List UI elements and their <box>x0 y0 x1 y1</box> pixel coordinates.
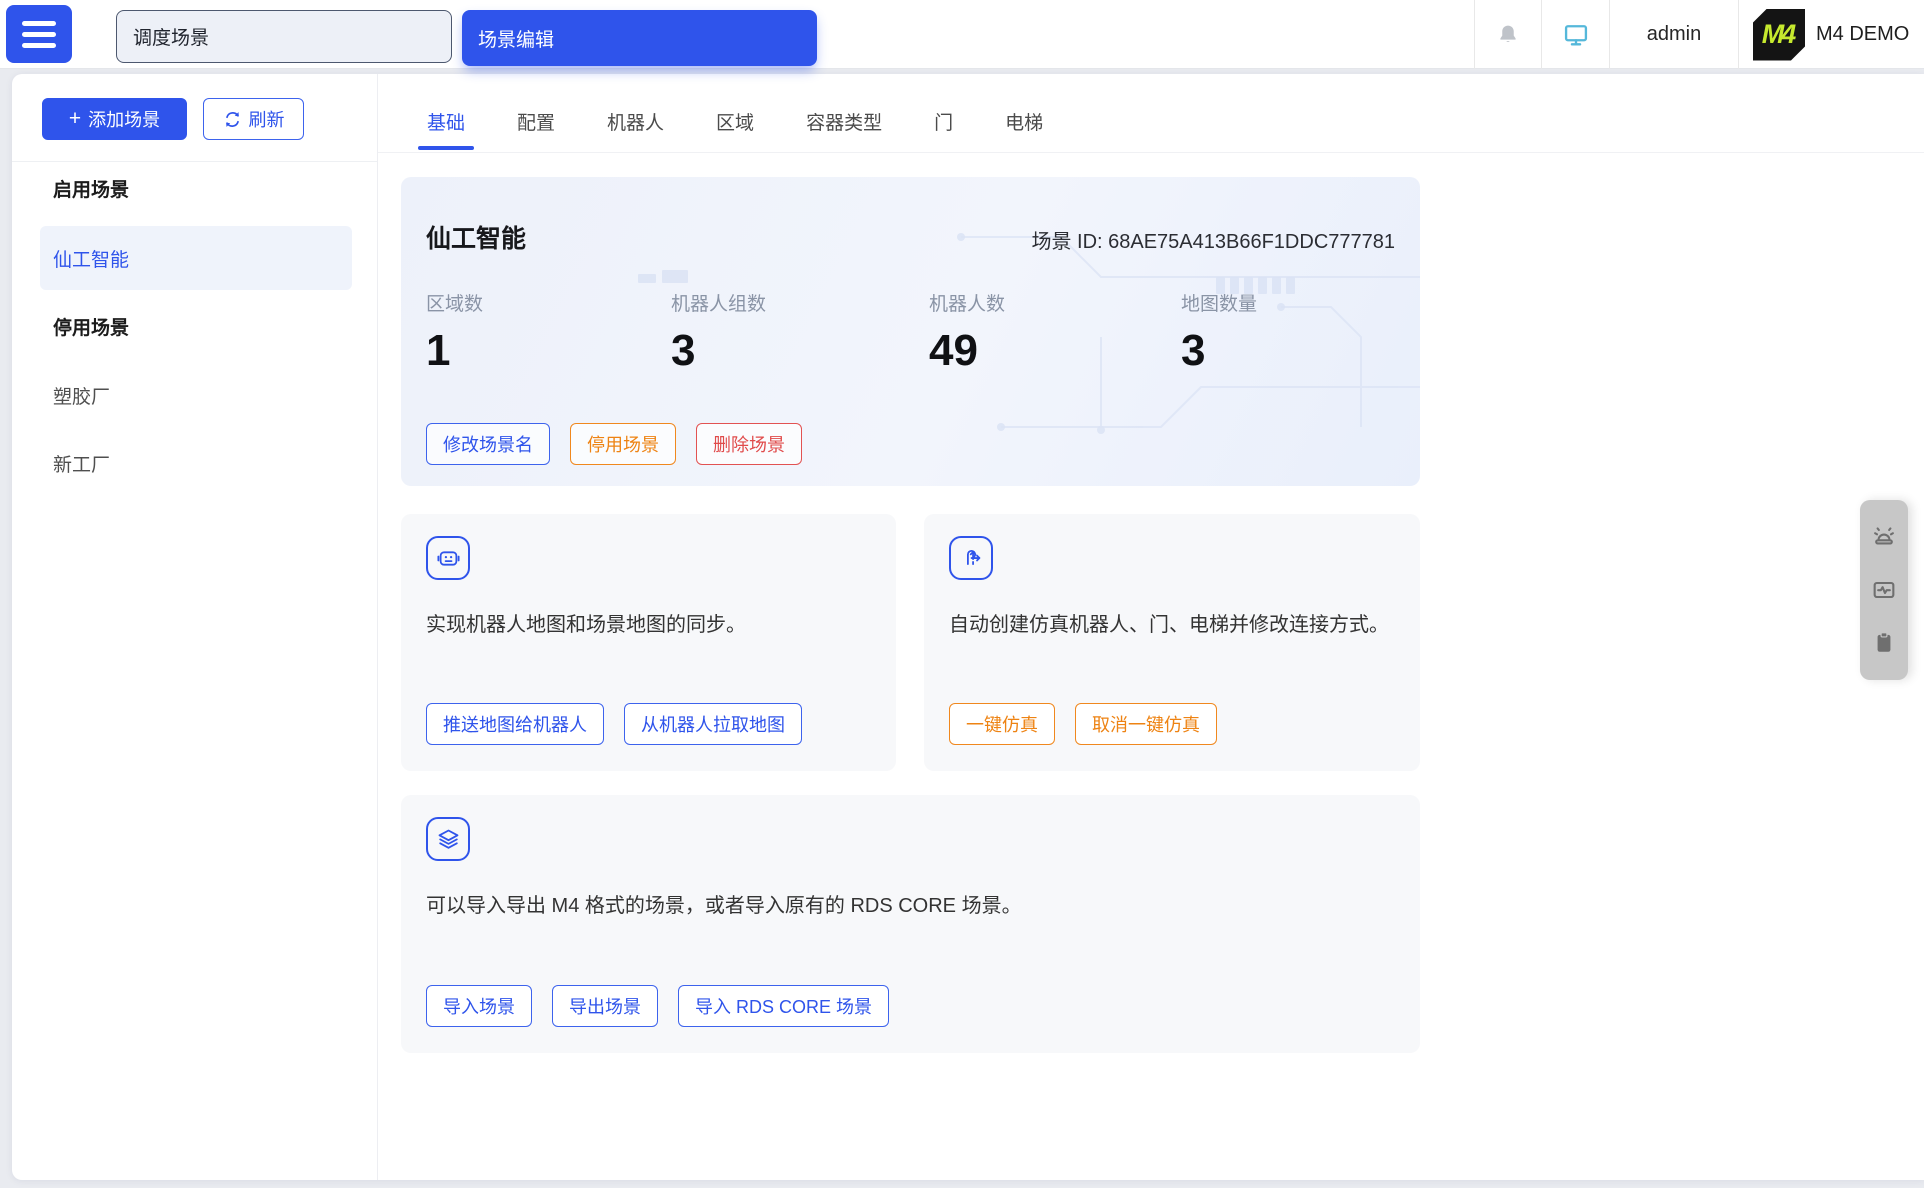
rename-scene-button[interactable]: 修改场景名 <box>426 423 550 465</box>
user-menu[interactable]: admin <box>1609 0 1738 69</box>
one-click-sim-button[interactable]: 一键仿真 <box>949 703 1055 745</box>
refresh-icon <box>223 110 242 129</box>
tab-elevator[interactable]: 电梯 <box>1005 96 1043 153</box>
refresh-label: 刷新 <box>249 106 285 132</box>
scene-name: 仙工智能 <box>426 219 526 255</box>
sidebar-item-new-factory[interactable]: 新工厂 <box>53 452 110 480</box>
scene-edit-tabs: 基础 配置 机器人 区域 容器类型 门 电梯 <box>378 96 1924 153</box>
app-window: 调度场景 场景编辑 <box>0 0 1924 1188</box>
tab-config[interactable]: 配置 <box>517 96 555 153</box>
top-tab-label: 调度场景 <box>133 23 209 50</box>
tab-basic[interactable]: 基础 <box>427 96 465 153</box>
tab-area[interactable]: 区域 <box>716 96 754 153</box>
push-map-button[interactable]: 推送地图给机器人 <box>426 703 604 745</box>
delete-scene-button[interactable]: 删除场景 <box>696 423 802 465</box>
stat-value-robot-groups: 3 <box>671 325 695 377</box>
map-sync-buttons: 推送地图给机器人 从机器人拉取地图 <box>426 703 802 745</box>
m4-logo: M4 <box>1753 9 1805 61</box>
simulation-card: 自动创建仿真机器人、门、电梯并修改连接方式。 一键仿真 取消一键仿真 <box>924 514 1420 771</box>
refresh-button[interactable]: 刷新 <box>203 98 304 140</box>
clipboard-icon[interactable] <box>1869 628 1899 658</box>
map-sync-description: 实现机器人地图和场景地图的同步。 <box>426 610 746 641</box>
brand-name: M4 DEMO <box>1816 23 1909 46</box>
pull-map-button[interactable]: 从机器人拉取地图 <box>624 703 802 745</box>
username: admin <box>1647 23 1701 46</box>
stat-label-robots: 机器人数 <box>929 289 1005 316</box>
import-scene-button[interactable]: 导入场景 <box>426 985 532 1027</box>
hamburger-menu-button[interactable] <box>6 5 72 63</box>
plus-icon: + <box>69 108 81 129</box>
export-scene-button[interactable]: 导出场景 <box>552 985 658 1027</box>
top-bar: 调度场景 场景编辑 <box>0 0 1924 69</box>
hamburger-icon <box>22 21 56 26</box>
scene-actions: 修改场景名 停用场景 删除场景 <box>426 423 802 465</box>
stat-value-robots: 49 <box>929 325 978 377</box>
scene-summary-card: 仙工智能 场景 ID: 68AE75A413B66F1DDC777781 区域数… <box>401 177 1420 486</box>
sidebar-item-label: 仙工智能 <box>53 245 129 272</box>
import-export-buttons: 导入场景 导出场景 导入 RDS CORE 场景 <box>426 985 889 1027</box>
robot-icon <box>426 536 470 580</box>
add-scene-label: 添加场景 <box>88 106 160 132</box>
import-export-description: 可以导入导出 M4 格式的场景，或者导入原有的 RDS CORE 场景。 <box>426 891 1022 922</box>
brand-area: M4 M4 DEMO <box>1738 0 1924 69</box>
map-sync-card: 实现机器人地图和场景地图的同步。 推送地图给机器人 从机器人拉取地图 <box>401 514 896 771</box>
stat-label-maps: 地图数量 <box>1181 289 1257 316</box>
cancel-sim-button[interactable]: 取消一键仿真 <box>1075 703 1217 745</box>
right-floating-toolbar <box>1860 500 1908 680</box>
add-scene-button[interactable]: + 添加场景 <box>42 98 187 140</box>
monitor-icon <box>1562 21 1590 49</box>
top-tab-dispatch-scene[interactable]: 调度场景 <box>116 10 452 63</box>
simulation-icon <box>949 536 993 580</box>
simulation-description: 自动创建仿真机器人、门、电梯并修改连接方式。 <box>949 610 1404 641</box>
stat-label-robot-groups: 机器人组数 <box>671 289 766 316</box>
layers-icon <box>426 817 470 861</box>
notifications-button[interactable] <box>1474 0 1541 69</box>
sidebar-group-enabled: 启用场景 <box>53 177 129 205</box>
stat-value-areas: 1 <box>426 325 450 377</box>
bell-icon <box>1495 22 1521 48</box>
alarm-icon[interactable] <box>1869 522 1899 552</box>
top-tab-label: 场景编辑 <box>478 25 554 52</box>
tab-door[interactable]: 门 <box>934 96 953 153</box>
import-rds-core-button[interactable]: 导入 RDS CORE 场景 <box>678 985 889 1027</box>
stat-label-areas: 区域数 <box>426 289 483 316</box>
sidebar-group-disabled: 停用场景 <box>53 315 129 343</box>
sidebar-separator <box>12 161 377 162</box>
simulation-buttons: 一键仿真 取消一键仿真 <box>949 703 1217 745</box>
content-panel: + 添加场景 刷新 启用场景 仙工智能 停用场景 塑胶厂 新工厂 基础 <box>12 74 1924 1180</box>
m4-logo-text: M4 <box>1762 19 1797 50</box>
top-tab-scene-edit[interactable]: 场景编辑 <box>462 10 817 66</box>
sidebar-item-plastic-factory[interactable]: 塑胶厂 <box>53 384 110 412</box>
disable-scene-button[interactable]: 停用场景 <box>570 423 676 465</box>
tab-container-type[interactable]: 容器类型 <box>806 96 882 153</box>
tab-robot[interactable]: 机器人 <box>607 96 664 153</box>
stat-value-maps: 3 <box>1181 325 1205 377</box>
import-export-card: 可以导入导出 M4 格式的场景，或者导入原有的 RDS CORE 场景。 导入场… <box>401 795 1420 1053</box>
sidebar-divider <box>377 74 378 1180</box>
sidebar-item-xiangong[interactable]: 仙工智能 <box>40 226 352 290</box>
monitor-button[interactable] <box>1541 0 1609 69</box>
monitor-pulse-icon[interactable] <box>1869 575 1899 605</box>
scene-id: 场景 ID: 68AE75A413B66F1DDC777781 <box>1031 225 1395 254</box>
top-bar-right: admin M4 M4 DEMO <box>1474 0 1924 69</box>
